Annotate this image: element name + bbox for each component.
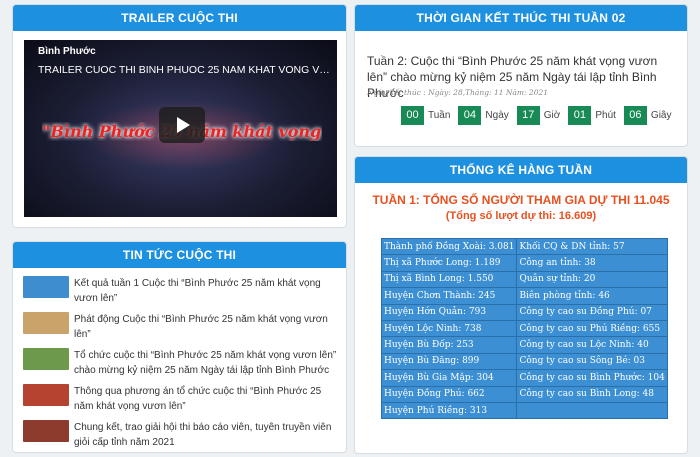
stats-organization-cell (516, 401, 668, 420)
countdown-panel: THỜI GIAN KẾT THÚC THI TUẦN 02 Tuần 2: C… (354, 4, 688, 147)
stats-district-cell: Huyện Bù Đốp: 253 (380, 336, 518, 354)
stats-district-cell: Huyện Chơn Thành: 245 (380, 287, 518, 305)
news-thumbnail[interactable] (23, 276, 69, 298)
table-row: Thị xã Bình Long: 1.550 Quân sự tỉnh: 20 (380, 270, 668, 289)
stats-organization-cell: Quân sự tỉnh: 20 (516, 270, 668, 289)
countdown-value: 01 (568, 106, 592, 125)
countdown-unit-label: Phút (595, 110, 616, 121)
stats-district-cell: Huyện Hớn Quản: 793 (380, 303, 518, 321)
table-row: Huyện Đồng Phú: 662 Công ty cao su Bình L… (380, 385, 668, 403)
stats-district-cell: Huyện Lộc Ninh: 738 (380, 319, 518, 338)
stats-district-cell: Huyện Phú Riềng: 313 (380, 401, 518, 420)
news-link[interactable]: Thông qua phương án tổ chức cuộc thi “Bì… (74, 384, 338, 414)
news-thumbnail[interactable] (23, 384, 69, 406)
stats-organization-cell: Khối CQ & DN tỉnh: 57 (516, 237, 668, 256)
trailer-panel: TRAILER CUỘC THI Bình Phước TRAILER CUOC… (12, 4, 347, 228)
stats-total-participants: TUẦN 1: TỔNG SỐ NGƯỜI THAM GIA DỰ THI 11… (372, 193, 670, 207)
news-item[interactable]: Phát động Cuộc thi “Bình Phước 25 năm kh… (23, 312, 338, 342)
stats-district-cell: Huyện Bù Đăng: 899 (380, 352, 518, 371)
news-link[interactable]: Phát động Cuộc thi “Bình Phước 25 năm kh… (74, 312, 338, 342)
table-row: Huyện Phú Riềng: 313 (380, 401, 668, 420)
table-row: Huyện Bù Gia Mập: 304 Công ty cao su Bình… (380, 369, 668, 387)
stats-organization-cell: Biên phòng tỉnh: 46 (516, 287, 668, 305)
news-panel: TIN TỨC CUỘC THI Kết quả tuần 1 Cuộc thi… (12, 241, 347, 453)
stats-district-cell: Huyện Đồng Phú: 662 (380, 385, 518, 403)
news-heading: TIN TỨC CUỘC THI (13, 242, 346, 268)
news-item[interactable]: Thông qua phương án tổ chức cuộc thi “Bì… (23, 384, 338, 414)
news-item[interactable]: Chung kết, trao giải hội thi báo cáo viê… (23, 420, 338, 450)
table-row: Huyện Lộc Ninh: 738 Công ty cao su Phú Ri… (380, 319, 668, 338)
countdown-value: 00 (401, 106, 424, 125)
news-item[interactable]: Kết quả tuần 1 Cuộc thi “Bình Phước 25 n… (23, 276, 338, 306)
news-thumbnail[interactable] (23, 312, 69, 334)
stats-district-cell: Thị xã Phước Long: 1.189 (380, 254, 518, 272)
news-link[interactable]: Kết quả tuần 1 Cuộc thi “Bình Phước 25 n… (74, 276, 338, 306)
table-row: Thành phố Đồng Xoài: 3.081 Khối CQ & DN t… (380, 237, 668, 256)
countdown-unit-label: Giờ (543, 110, 561, 121)
stats-panel: THỐNG KÊ HÀNG TUẦN TUẦN 1: TỔNG SỐ NGƯỜI… (354, 156, 688, 454)
countdown-unit-label: Giây (650, 110, 672, 121)
table-row: Huyện Bù Đốp: 253 Công ty cao su Lộc Ninh… (380, 336, 668, 354)
table-row: Thị xã Phước Long: 1.189 Công an tỉnh: 38 (380, 254, 668, 272)
stats-organization-cell: Công an tỉnh: 38 (516, 254, 668, 272)
stats-organization-cell: Công ty cao su Bình Long: 48 (516, 385, 668, 403)
news-item[interactable]: Tổ chức cuộc thi “Bình Phước 25 năm khát… (23, 348, 338, 378)
table-row: Huyện Bù Đăng: 899 Công ty cao su Sông Bé… (380, 352, 668, 371)
play-icon[interactable] (159, 107, 205, 143)
countdown-timer: 00 Tuần 04 Ngày 17 Giờ 01 Phút 06 Giây (401, 106, 679, 125)
stats-organization-cell: Công ty cao su Phú Riềng: 655 (516, 319, 668, 338)
news-link[interactable]: Chung kết, trao giải hội thi báo cáo viê… (74, 420, 338, 450)
trailer-heading: TRAILER CUỘC THI (13, 5, 346, 31)
stats-district-cell: Huyện Bù Gia Mập: 304 (380, 369, 518, 387)
video-channel-name[interactable]: Bình Phước (38, 46, 96, 57)
news-list: Kết quả tuần 1 Cuộc thi “Bình Phước 25 n… (23, 276, 338, 452)
table-row: Huyện Hớn Quản: 793 Công ty cao su Đồng P… (380, 303, 668, 321)
stats-organization-cell: Công ty cao su Sông Bé: 03 (516, 352, 668, 371)
video-player[interactable]: Bình Phước TRAILER CUOC THI BINH PHUOC 2… (24, 40, 337, 217)
table-row: Huyện Chơn Thành: 245 Biên phòng tỉnh: 46 (380, 287, 668, 305)
countdown-unit-label: Ngày (485, 110, 509, 121)
countdown-value: 17 (516, 106, 540, 125)
countdown-value: 04 (458, 106, 482, 125)
countdown-heading: THỜI GIAN KẾT THÚC THI TUẦN 02 (355, 5, 687, 31)
stats-district-cell: Thành phố Đồng Xoài: 3.081 (380, 237, 518, 256)
countdown-value: 06 (623, 106, 647, 125)
stats-district-cell: Thị xã Bình Long: 1.550 (380, 270, 518, 289)
stats-organization-cell: Công ty cao su Lộc Ninh: 40 (516, 336, 668, 354)
stats-heading: THỐNG KÊ HÀNG TUẦN (355, 157, 687, 183)
stats-organization-cell: Công ty cao su Đồng Phú: 07 (516, 303, 668, 321)
news-link[interactable]: Tổ chức cuộc thi “Bình Phước 25 năm khát… (74, 348, 338, 378)
stats-organization-cell: Công ty cao su Bình Phước: 104 (516, 369, 668, 387)
stats-table: Thành phố Đồng Xoài: 3.081 Khối CQ & DN t… (380, 237, 668, 420)
news-thumbnail[interactable] (23, 420, 69, 442)
countdown-unit-label: Tuần (428, 110, 451, 121)
countdown-end-date: Ngày kết thúc : Ngày: 28,Tháng: 11 Năm: … (367, 88, 549, 97)
stats-total-entries: (Tổng số lượt dự thi: 16.609) (445, 210, 597, 222)
news-thumbnail[interactable] (23, 348, 69, 370)
video-title[interactable]: TRAILER CUOC THI BINH PHUOC 25 NAM KHAT … (38, 64, 331, 76)
